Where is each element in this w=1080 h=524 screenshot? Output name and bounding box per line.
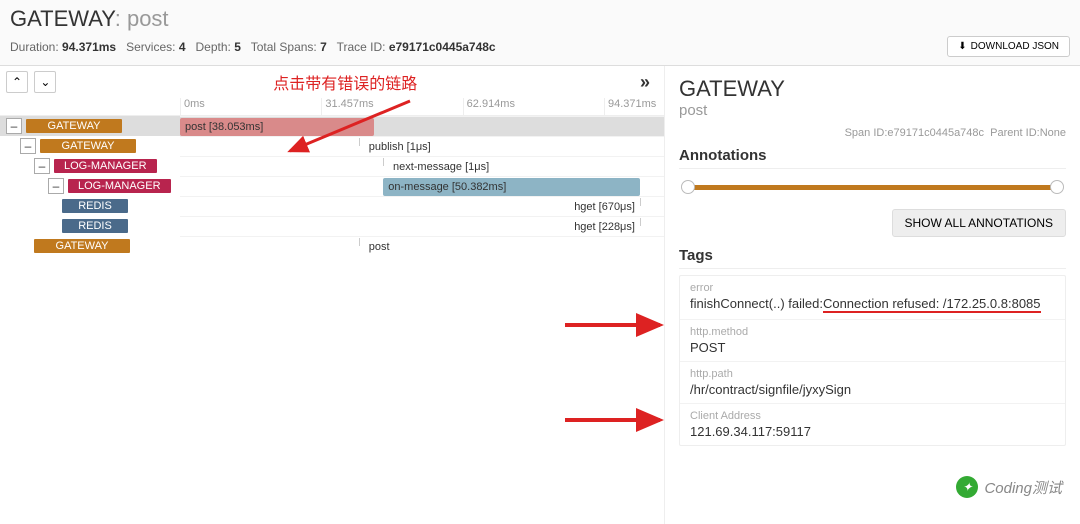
service-badge: GATEWAY: [34, 239, 130, 253]
service-badge: LOG-MANAGER: [54, 159, 157, 173]
span-label: hget [228μs]: [574, 218, 635, 236]
show-all-annotations-button[interactable]: SHOW ALL ANNOTATIONS: [892, 209, 1066, 237]
tag-value: finishConnect(..) failed: Connection ref…: [690, 296, 1055, 313]
title-app: GATEWAY: [10, 6, 115, 31]
span-row[interactable]: –GATEWAY post [38.053ms]: [0, 116, 664, 136]
tag-key: error: [690, 282, 1055, 294]
tags-heading: Tags: [679, 247, 1066, 269]
span-row[interactable]: –GATEWAY publish [1μs]: [0, 136, 664, 156]
tag-key: Client Address: [690, 410, 1055, 422]
tag-key: http.path: [690, 368, 1055, 380]
tick-1: 31.457ms: [321, 98, 462, 115]
service-badge: GATEWAY: [40, 139, 136, 153]
tag-item: http.path/hr/contract/signfile/jyxySign: [680, 362, 1065, 404]
annotation-label: 点击带有错误的链路: [273, 70, 417, 94]
annotations-heading: Annotations: [679, 147, 1066, 169]
slider-knob-right[interactable]: [1050, 180, 1064, 194]
tick-3: 94.371ms: [604, 98, 664, 115]
timeline-header: 0ms 31.457ms 62.914ms 94.371ms: [0, 98, 664, 116]
watermark: ✦ Coding测试: [956, 476, 1062, 498]
collapse-up-button[interactable]: ⌃: [6, 71, 28, 93]
service-badge: REDIS: [62, 219, 128, 233]
service-badge: LOG-MANAGER: [68, 179, 171, 193]
detail-title: GATEWAY: [679, 76, 1066, 102]
trace-timeline-panel: ⌃ ⌄ 点击带有错误的链路 » 0ms 31.457ms 62.914ms 94…: [0, 66, 665, 524]
toggle-button[interactable]: –: [6, 118, 22, 134]
span-label: next-message [1μs]: [393, 158, 489, 176]
annotations-slider[interactable]: [679, 179, 1066, 195]
span-row[interactable]: –LOG-MANAGER next-message [1μs]: [0, 156, 664, 176]
toggle-button[interactable]: –: [20, 138, 36, 154]
tag-value: /hr/contract/signfile/jyxySign: [690, 382, 1055, 397]
download-json-button[interactable]: ⬇ DOWNLOAD JSON: [947, 36, 1070, 57]
toggle-button[interactable]: –: [48, 178, 64, 194]
title-op: post: [127, 6, 169, 31]
span-label: hget [670μs]: [574, 198, 635, 216]
page-title: GATEWAY: post: [10, 6, 1070, 32]
tags-list: error finishConnect(..) failed: Connectio…: [679, 275, 1066, 446]
tick-2: 62.914ms: [463, 98, 604, 115]
toggle-button[interactable]: –: [34, 158, 50, 174]
detail-ids: Span ID:e79171c0445a748c Parent ID:None: [679, 127, 1066, 139]
span-label: post: [369, 238, 390, 256]
span-row[interactable]: –LOG-MANAGER on-message [50.382ms]: [0, 176, 664, 196]
tag-value: POST: [690, 340, 1055, 355]
span-row[interactable]: REDIS hget [228μs]: [0, 216, 664, 236]
tick-0: 0ms: [180, 98, 321, 115]
expand-down-button[interactable]: ⌄: [34, 71, 56, 93]
tag-item: Client Address 121.69.34.117:59117: [680, 404, 1065, 445]
trace-header: GATEWAY: post Duration: 94.371ms Service…: [0, 0, 1080, 66]
span-row[interactable]: GATEWAY post: [0, 236, 664, 256]
span-bar[interactable]: post [38.053ms]: [180, 118, 374, 136]
span-row[interactable]: REDIS hget [670μs]: [0, 196, 664, 216]
download-icon: ⬇: [958, 41, 966, 52]
tag-key: http.method: [690, 326, 1055, 338]
service-badge: REDIS: [62, 199, 128, 213]
detail-subtitle: post: [679, 102, 1066, 119]
tag-value: 121.69.34.117:59117: [690, 424, 1055, 439]
slider-knob-left[interactable]: [681, 180, 695, 194]
trace-meta: Duration: 94.371ms Services: 4 Depth: 5 …: [10, 40, 496, 54]
tag-item: error finishConnect(..) failed: Connectio…: [680, 276, 1065, 320]
tag-item: http.method POST: [680, 320, 1065, 362]
span-label: publish [1μs]: [369, 138, 431, 156]
service-badge: GATEWAY: [26, 119, 122, 133]
span-bar[interactable]: on-message [50.382ms]: [383, 178, 640, 196]
wechat-icon: ✦: [956, 476, 978, 498]
expand-panel-button[interactable]: »: [632, 72, 658, 93]
span-detail-panel: GATEWAY post Span ID:e79171c0445a748c Pa…: [665, 66, 1080, 524]
